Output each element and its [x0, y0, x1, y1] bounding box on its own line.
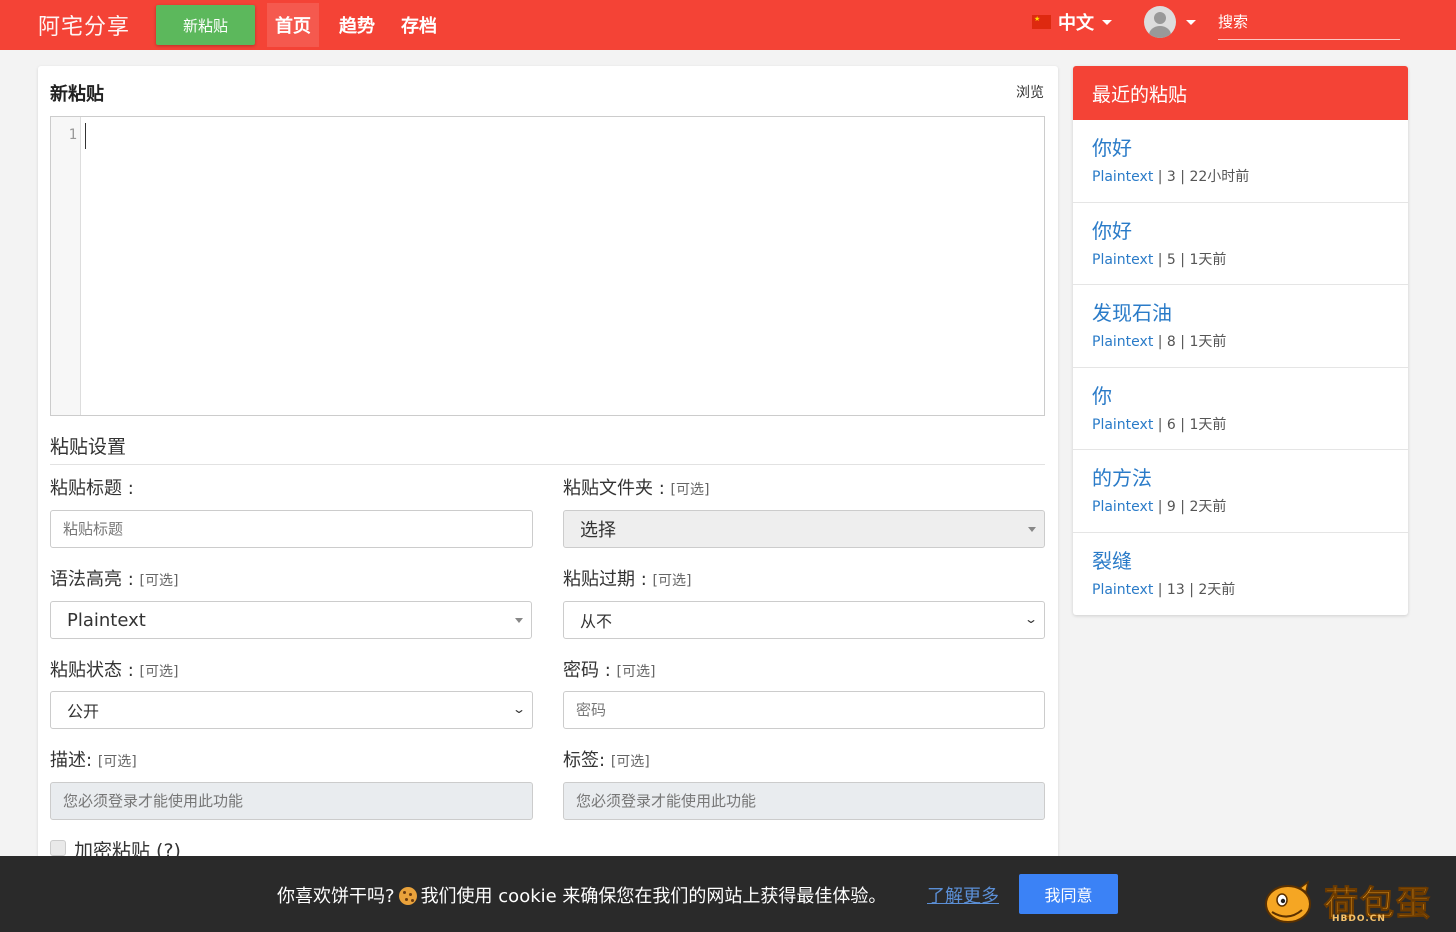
- expiry-select-value: 从不: [580, 612, 613, 631]
- paste-title-label: 粘贴标题 :: [50, 478, 134, 499]
- cookie-icon: [398, 887, 417, 905]
- agree-button[interactable]: 我同意: [1019, 874, 1118, 914]
- syntax-label: 语法高亮 : [可选]: [50, 569, 179, 590]
- recent-pastes-title: 最近的粘贴: [1073, 66, 1408, 120]
- language-dropdown[interactable]: 中文: [1032, 9, 1112, 35]
- syntax-select[interactable]: Plaintext: [50, 601, 532, 639]
- language-label: 中文: [1058, 13, 1094, 34]
- paste-meta: Plaintext | 13 | 2天前: [1092, 581, 1236, 598]
- paste-link[interactable]: 裂缝: [1092, 545, 1132, 574]
- paste-link[interactable]: 你好: [1092, 132, 1132, 161]
- page-title: 新粘贴: [50, 84, 104, 105]
- nav-trending[interactable]: 趋势: [331, 3, 383, 47]
- paste-language-link[interactable]: Plaintext: [1092, 582, 1153, 598]
- paste-meta: Plaintext | 3 | 22小时前: [1092, 169, 1250, 185]
- new-paste-card: 新粘贴 浏览 1 粘贴设置 粘贴标题 : 粘贴文件夹 : [可选] 选择 语法高…: [38, 66, 1058, 866]
- tags-label: 标签: [可选]: [563, 750, 650, 771]
- paste-meta: Plaintext | 9 | 2天前: [1092, 499, 1227, 515]
- list-item: 你 Plaintext | 6 | 1天前: [1073, 368, 1408, 450]
- divider: [50, 464, 1045, 465]
- paste-language-link[interactable]: Plaintext: [1092, 499, 1153, 515]
- code-editor[interactable]: 1: [50, 116, 1045, 416]
- expiry-select[interactable]: 从不 ⌄: [563, 601, 1045, 639]
- learn-more-link[interactable]: 了解更多: [927, 882, 999, 908]
- status-select-value: 公开: [67, 702, 100, 721]
- list-item: 的方法 Plaintext | 9 | 2天前: [1073, 450, 1408, 533]
- paste-language-link[interactable]: Plaintext: [1092, 169, 1153, 185]
- avatar-icon: [1144, 6, 1176, 38]
- list-item: 裂缝 Plaintext | 13 | 2天前: [1073, 533, 1408, 616]
- paste-language-link[interactable]: Plaintext: [1092, 417, 1153, 433]
- paste-title-input[interactable]: [50, 510, 533, 548]
- paste-link[interactable]: 发现石油: [1092, 297, 1172, 326]
- description-input[interactable]: [50, 782, 533, 820]
- list-item: 你好 Plaintext | 5 | 1天前: [1073, 203, 1408, 285]
- folder-select[interactable]: 选择: [563, 510, 1045, 548]
- china-flag-icon: [1032, 15, 1051, 29]
- list-item: 你好 Plaintext | 3 | 22小时前: [1073, 120, 1408, 203]
- chevron-down-icon: ⌄: [1023, 612, 1039, 626]
- folder-select-value: 选择: [580, 520, 616, 541]
- syntax-select-value: Plaintext: [67, 609, 146, 631]
- list-item: 发现石油 Plaintext | 8 | 1天前: [1073, 285, 1408, 368]
- expiry-label: 粘贴过期 : [可选]: [563, 569, 692, 590]
- paste-language-link[interactable]: Plaintext: [1092, 334, 1153, 350]
- paste-link[interactable]: 的方法: [1092, 462, 1152, 491]
- watermark-logo: 荷包蛋 HBDO.CN: [1262, 876, 1448, 926]
- user-menu[interactable]: [1144, 6, 1196, 38]
- status-select[interactable]: 公开 ⌄: [50, 691, 533, 729]
- text-cursor: [85, 123, 86, 149]
- egg-mascot-icon: [1265, 880, 1311, 923]
- cookie-consent-bar: 你喜欢饼干吗? 我们使用 cookie 来确保您在我们的网站上获得最佳体验。 了解…: [0, 856, 1456, 932]
- brand-logo[interactable]: 阿宅分享: [38, 9, 156, 41]
- settings-title: 粘贴设置: [50, 436, 127, 458]
- paste-meta: Plaintext | 8 | 1天前: [1092, 334, 1227, 350]
- caret-down-icon: [1102, 19, 1112, 25]
- cookie-message: 你喜欢饼干吗? 我们使用 cookie 来确保您在我们的网站上获得最佳体验。: [277, 886, 887, 907]
- triangle-down-icon: [1028, 527, 1036, 532]
- encrypt-checkbox[interactable]: [50, 840, 66, 856]
- description-label: 描述: [可选]: [50, 750, 137, 771]
- paste-meta: Plaintext | 5 | 1天前: [1092, 251, 1227, 268]
- password-label: 密码 : [可选]: [563, 660, 656, 681]
- nav-home[interactable]: 首页: [267, 3, 319, 47]
- recent-pastes-panel: 最近的粘贴 你好 Plaintext | 3 | 22小时前 你好 Plaint…: [1073, 66, 1408, 615]
- new-paste-button[interactable]: 新粘贴: [156, 5, 255, 45]
- paste-link[interactable]: 你好: [1092, 215, 1132, 244]
- line-gutter: 1: [51, 117, 81, 415]
- caret-down-icon: [1186, 19, 1196, 25]
- status-label: 粘贴状态 : [可选]: [50, 660, 179, 681]
- password-input[interactable]: [563, 691, 1045, 729]
- paste-language-link[interactable]: Plaintext: [1092, 252, 1153, 268]
- chevron-down-icon: ⌄: [511, 702, 527, 716]
- search-input[interactable]: [1218, 4, 1400, 40]
- paste-meta: Plaintext | 6 | 1天前: [1092, 416, 1227, 433]
- paste-link[interactable]: 你: [1092, 380, 1112, 409]
- folder-label: 粘贴文件夹 : [可选]: [563, 478, 710, 499]
- line-number: 1: [68, 127, 77, 143]
- watermark-subtext: HBDO.CN: [1332, 914, 1386, 924]
- tags-input[interactable]: [563, 782, 1045, 820]
- nav-archive[interactable]: 存档: [393, 3, 445, 47]
- triangle-down-icon: [515, 618, 523, 623]
- browse-link[interactable]: 浏览: [1016, 82, 1044, 102]
